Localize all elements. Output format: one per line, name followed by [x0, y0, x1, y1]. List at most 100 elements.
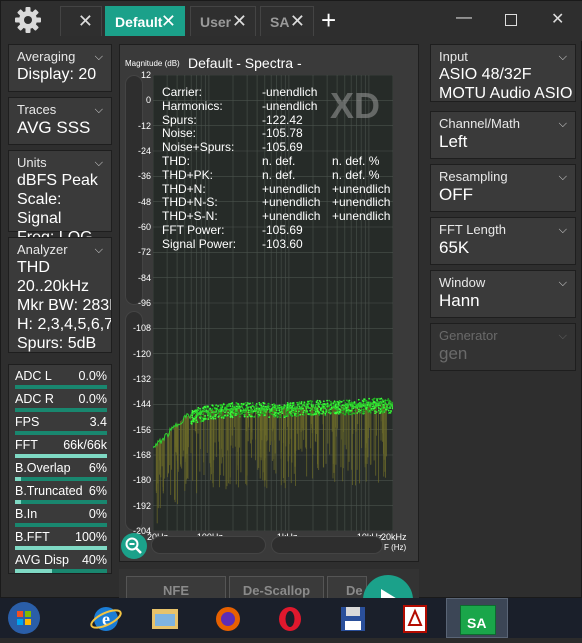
trace-point [322, 400, 325, 403]
tab-blank[interactable]: ✕ [60, 6, 102, 36]
close-icon[interactable]: ✕ [161, 11, 176, 32]
trace-point [348, 399, 351, 402]
nfe-button[interactable]: NFE [126, 576, 226, 599]
trace-point [316, 409, 319, 412]
trace-point [339, 409, 342, 411]
x-scrollbar-left[interactable] [151, 536, 266, 554]
y-tick-label: -108 [132, 323, 151, 334]
trace-point [194, 421, 197, 423]
measurement-percent: n. def. % [332, 154, 380, 168]
x-scrollbar-right[interactable] [271, 536, 383, 554]
trace-point [362, 400, 365, 403]
settings-gear-icon[interactable] [13, 5, 43, 35]
trace-point [281, 412, 284, 415]
tab-user[interactable]: User ✕ [190, 6, 256, 36]
window-panel[interactable]: Window Hann ⌵ [430, 270, 576, 318]
chevron-down-icon: ⌵ [94, 104, 103, 116]
trace-point [306, 401, 309, 404]
close-icon[interactable]: ✕ [78, 11, 93, 32]
resampling-panel[interactable]: Resampling OFF ⌵ [430, 164, 576, 212]
internet-explorer-icon[interactable]: e [81, 598, 131, 638]
trace-point [369, 409, 372, 412]
units-panel[interactable]: Units dBFS Peak Scale: Signal Freq: LOG … [8, 150, 112, 246]
input-panel[interactable]: Input ASIO 48/32F MOTU Audio ASIO ⌵ [430, 44, 576, 102]
trace-point [318, 413, 320, 416]
meter-bar [15, 385, 107, 389]
trace-point [310, 402, 313, 404]
analyzer-panel[interactable]: Analyzer THD 20..20kHz Mkr BW: 283H H: 2… [8, 237, 112, 353]
meter-bar [15, 477, 107, 481]
de-scallop-button[interactable]: De-Scallop [229, 576, 324, 599]
trace-point [276, 416, 279, 419]
trace-point [320, 407, 322, 410]
trace-point [377, 409, 380, 412]
zoom-out-icon [125, 537, 142, 554]
tab-default[interactable]: Default ✕ [105, 6, 185, 36]
measurement-label: THD+S-N: [162, 209, 218, 224]
trace-point [255, 405, 258, 408]
trace-point [379, 408, 382, 411]
trace-point [334, 405, 337, 407]
windows-taskbar: e SA [0, 598, 582, 638]
trace-point [241, 412, 243, 415]
input-title: Input [439, 49, 468, 64]
add-tab-icon[interactable]: + [321, 6, 336, 34]
trace-point [243, 413, 245, 416]
trace-point [233, 414, 236, 417]
file-explorer-icon[interactable] [140, 598, 190, 638]
start-orb-icon[interactable] [0, 598, 52, 638]
trace-point [273, 413, 276, 416]
acrobat-icon[interactable] [390, 598, 440, 638]
fft-length-panel[interactable]: FFT Length 65K ⌵ [430, 217, 576, 265]
tab-label: User [200, 14, 232, 30]
trace-point [191, 414, 194, 417]
trace-point [268, 416, 271, 419]
meter-fill [15, 454, 107, 458]
generator-title: Generator [439, 328, 498, 343]
close-icon[interactable]: ✕ [232, 11, 247, 32]
opera-icon[interactable] [265, 598, 315, 638]
averaging-panel[interactable]: Averaging Display: 20 ⌵ [8, 44, 112, 92]
trace-point [226, 414, 229, 417]
trace-point [221, 404, 224, 407]
de-button[interactable]: De [327, 576, 367, 599]
chevron-down-icon: ⌵ [558, 224, 567, 236]
save-disk-icon[interactable] [328, 598, 378, 638]
meter-value: 0.0% [78, 392, 108, 406]
y-tick-label: 12 [140, 70, 151, 80]
meter-fft: FFT 66k/66k [13, 438, 111, 460]
zoom-button[interactable] [121, 533, 147, 559]
y-scrollbar-top[interactable] [125, 75, 143, 305]
trace-point [224, 414, 226, 417]
trace-point [275, 414, 278, 416]
trace-point [299, 413, 302, 416]
traces-title: Traces [17, 102, 57, 117]
channel-math-panel[interactable]: Channel/Math Left ⌵ [430, 111, 576, 159]
meter-value: 6% [88, 484, 107, 498]
minimize-icon[interactable]: — [456, 9, 472, 27]
trace-point [219, 404, 222, 407]
trace-point [214, 404, 217, 407]
trace-point [302, 414, 305, 416]
trace-point [253, 416, 256, 418]
trace-point [376, 398, 378, 400]
trace-point [342, 399, 345, 402]
sa-app-icon[interactable]: SA [446, 598, 508, 638]
trace-point [310, 414, 312, 416]
tab-sa[interactable]: SA ✕ [260, 6, 314, 36]
trace-point [345, 399, 348, 402]
trace-point [354, 409, 357, 412]
maximize-icon[interactable] [505, 14, 517, 26]
close-window-icon[interactable]: ✕ [551, 9, 564, 29]
meter-name: AVG Disp [15, 553, 69, 567]
measurement-label: THD+PK: [162, 167, 214, 182]
close-icon[interactable]: ✕ [290, 11, 305, 32]
trace-point [324, 412, 327, 415]
trace-point [258, 413, 260, 416]
averaging-title: Averaging [17, 49, 76, 64]
firefox-icon[interactable] [203, 598, 253, 638]
traces-panel[interactable]: Traces AVG SSS ⌵ [8, 97, 112, 145]
y-scrollbar-bottom[interactable] [125, 311, 143, 531]
meter-bar [15, 546, 107, 550]
trace-point [260, 402, 262, 405]
